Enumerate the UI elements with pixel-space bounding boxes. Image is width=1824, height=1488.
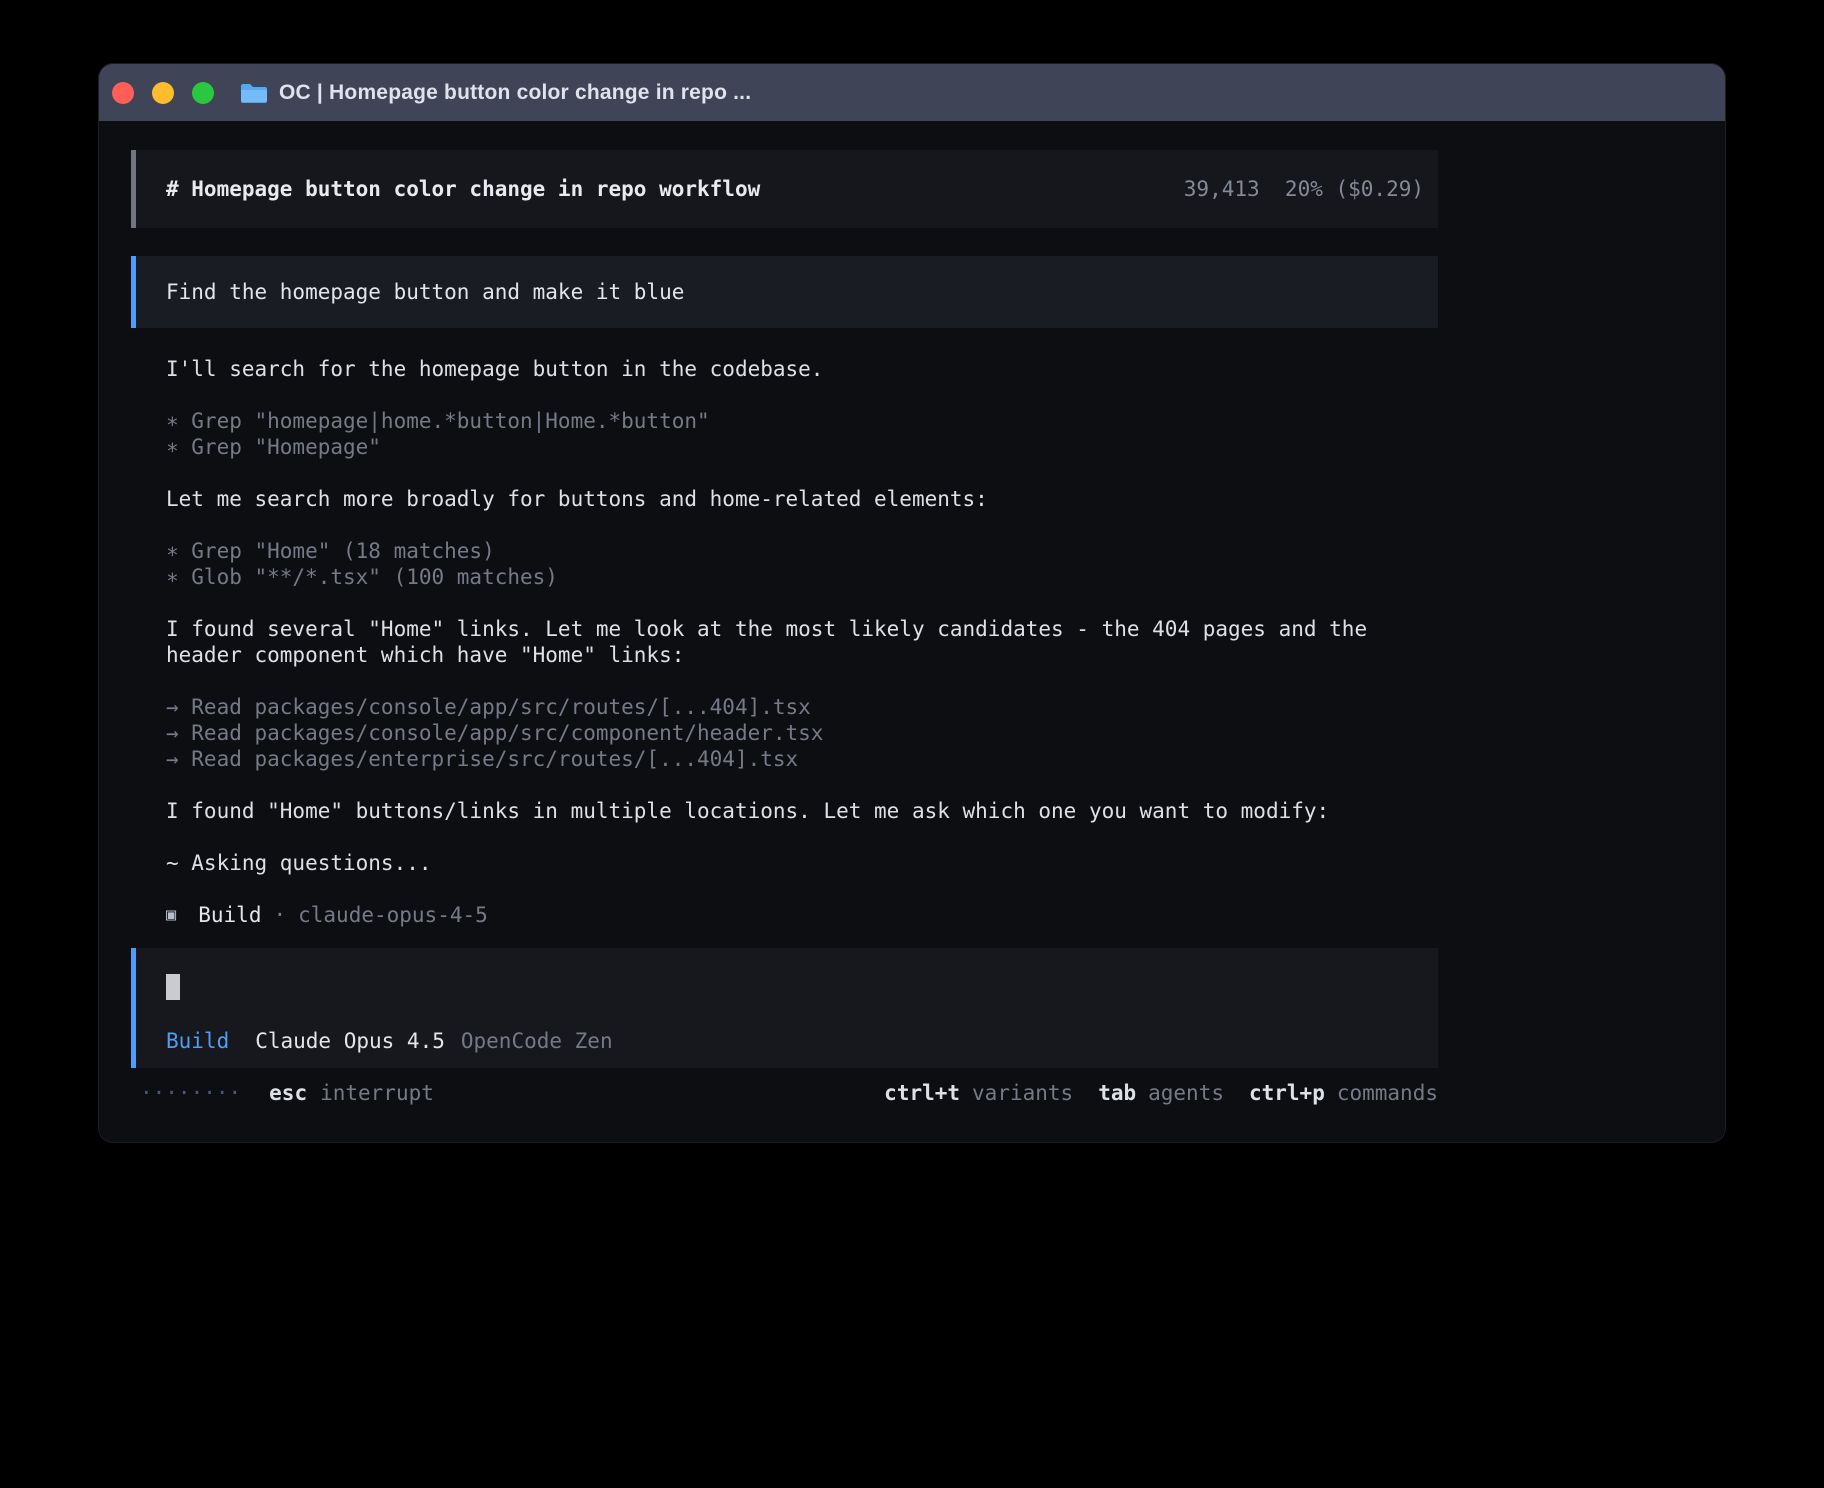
agent-name: Build — [198, 902, 261, 928]
shortcut-key: tab — [1098, 1081, 1136, 1105]
tool-call-line: → Read packages/console/app/src/componen… — [166, 720, 1406, 746]
agent-status-row: ▣ Build · claude-opus-4-5 — [131, 902, 1438, 928]
shortcut-commands: ctrl+p commands — [1249, 1081, 1438, 1105]
traffic-lights — [112, 82, 214, 104]
session-title: # Homepage button color change in repo w… — [166, 177, 760, 201]
assistant-text-line: Let me search more broadly for buttons a… — [166, 486, 1406, 512]
model-name: Claude Opus 4.5 — [255, 1028, 445, 1054]
shortcut-label: variants — [972, 1081, 1073, 1105]
shortcut-label: agents — [1148, 1081, 1224, 1105]
blank-line — [166, 824, 1406, 850]
minimize-button[interactable] — [152, 82, 174, 104]
window-title: OC | Homepage button color change in rep… — [279, 81, 751, 105]
shortcut-variants: ctrl+t variants — [884, 1081, 1073, 1105]
session-header: # Homepage button color change in repo w… — [131, 150, 1438, 228]
tool-call-line: ∗ Grep "Homepage" — [166, 434, 1406, 460]
shortcut-key: ctrl+t — [884, 1081, 960, 1105]
blank-line — [166, 512, 1406, 538]
spinner-dots: ········ — [140, 1081, 241, 1105]
blank-line — [166, 772, 1406, 798]
terminal-window: OC | Homepage button color change in rep… — [99, 64, 1725, 1142]
tool-call-line: ∗ Glob "**/*.tsx" (100 matches) — [166, 564, 1406, 590]
user-message: Find the homepage button and make it blu… — [131, 256, 1438, 328]
tool-call-line: → Read packages/console/app/src/routes/[… — [166, 694, 1406, 720]
tool-call-line: ∗ Grep "homepage|home.*button|Home.*butt… — [166, 408, 1406, 434]
blank-line — [166, 590, 1406, 616]
interrupt-label: interrupt — [320, 1081, 434, 1105]
titlebar[interactable]: OC | Homepage button color change in rep… — [99, 64, 1725, 121]
close-button[interactable] — [112, 82, 134, 104]
prompt-input[interactable]: Build Claude Opus 4.5 OpenCode Zen — [131, 948, 1438, 1068]
blank-line — [166, 668, 1406, 694]
folder-icon — [240, 82, 268, 104]
status-bar-left: ········ esc interrupt — [140, 1081, 434, 1105]
assistant-text-line: I'll search for the homepage button in t… — [166, 356, 1406, 382]
terminal-content: # Homepage button color change in repo w… — [131, 150, 1438, 1106]
status-bar-right: ctrl+t variants tab agents ctrl+p comman… — [884, 1081, 1438, 1105]
assistant-status-line: ~ Asking questions... — [166, 850, 1406, 876]
provider-name: OpenCode Zen — [461, 1028, 613, 1054]
text-cursor — [166, 974, 180, 1000]
tool-call-line: ∗ Grep "Home" (18 matches) — [166, 538, 1406, 564]
input-meta: Build Claude Opus 4.5 OpenCode Zen — [166, 1028, 613, 1054]
blank-line — [166, 382, 1406, 408]
user-message-text: Find the homepage button and make it blu… — [166, 280, 684, 304]
status-bar: ········ esc interrupt ctrl+t variants t… — [131, 1080, 1438, 1106]
conversation: I'll search for the homepage button in t… — [131, 356, 1406, 876]
assistant-text-line: I found several "Home" links. Let me loo… — [166, 616, 1406, 668]
assistant-text-line: I found "Home" buttons/links in multiple… — [166, 798, 1406, 824]
agent-model: claude-opus-4-5 — [298, 902, 488, 928]
tool-call-line: → Read packages/enterprise/src/routes/[.… — [166, 746, 1406, 772]
mode-badge: Build — [166, 1028, 229, 1054]
shortcut-agents: tab agents — [1098, 1081, 1224, 1105]
agent-icon: ▣ — [166, 902, 176, 928]
interrupt-key: esc — [269, 1081, 307, 1105]
blank-line — [166, 460, 1406, 486]
shortcut-key: ctrl+p — [1249, 1081, 1325, 1105]
shortcut-label: commands — [1337, 1081, 1438, 1105]
agent-separator: · — [273, 902, 286, 928]
session-stats: 39,413 20% ($0.29) — [1184, 177, 1424, 201]
zoom-button[interactable] — [192, 82, 214, 104]
